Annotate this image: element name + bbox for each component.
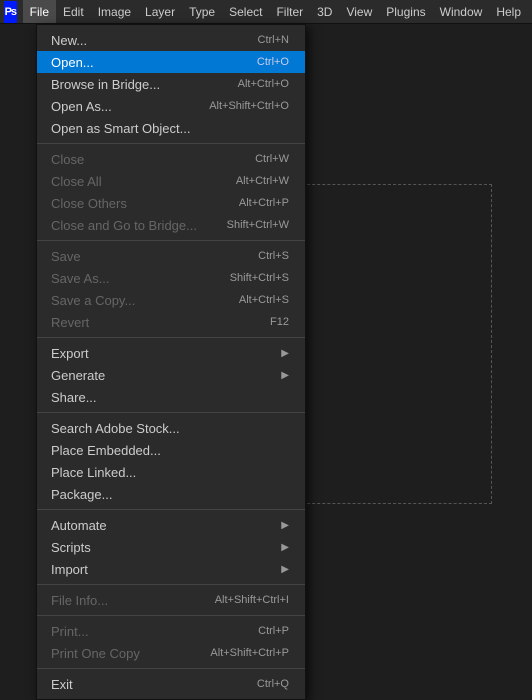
menu-item-shortcut-revert: F12 bbox=[270, 316, 289, 328]
menu-item-revert: Revert F12 bbox=[37, 311, 305, 333]
menu-item-shortcut-close-all: Alt+Ctrl+W bbox=[236, 175, 289, 187]
menu-item-shortcut-exit: Ctrl+Q bbox=[257, 678, 289, 690]
menu-layer[interactable]: Layer bbox=[138, 0, 182, 23]
menu-image[interactable]: Image bbox=[91, 0, 138, 23]
menu-item-generate[interactable]: Generate ▶ bbox=[37, 364, 305, 386]
menu-edit[interactable]: Edit bbox=[56, 0, 91, 23]
menu-item-search-adobe-stock[interactable]: Search Adobe Stock... bbox=[37, 417, 305, 439]
menu-item-exit[interactable]: Exit Ctrl+Q bbox=[37, 673, 305, 695]
menu-item-label-share: Share... bbox=[51, 390, 289, 405]
menu-item-share[interactable]: Share... bbox=[37, 386, 305, 408]
menu-view[interactable]: View bbox=[339, 0, 379, 23]
menu-item-label-place-embedded: Place Embedded... bbox=[51, 443, 289, 458]
menu-item-label-import: Import bbox=[51, 562, 275, 577]
menu-item-shortcut-close-go-bridge: Shift+Ctrl+W bbox=[227, 219, 289, 231]
menu-type[interactable]: Type bbox=[182, 0, 222, 23]
menu-item-open-as[interactable]: Open As... Alt+Shift+Ctrl+O bbox=[37, 95, 305, 117]
menu-item-shortcut-save-copy: Alt+Ctrl+S bbox=[239, 294, 289, 306]
menu-separator-after-close-go-bridge bbox=[37, 240, 305, 241]
menu-item-label-close-others: Close Others bbox=[51, 196, 219, 211]
menu-window[interactable]: Window bbox=[433, 0, 490, 23]
menu-item-label-open: Open... bbox=[51, 55, 237, 70]
menu-item-label-place-linked: Place Linked... bbox=[51, 465, 289, 480]
submenu-arrow-icon-import: ▶ bbox=[281, 564, 289, 575]
menu-item-label-print-one-copy: Print One Copy bbox=[51, 646, 190, 661]
menu-item-browse-bridge[interactable]: Browse in Bridge... Alt+Ctrl+O bbox=[37, 73, 305, 95]
menu-item-shortcut-save: Ctrl+S bbox=[258, 250, 289, 262]
menu-item-shortcut-open: Ctrl+O bbox=[257, 56, 289, 68]
canvas-dashed-rect bbox=[297, 184, 492, 504]
menu-item-shortcut-browse-bridge: Alt+Ctrl+O bbox=[238, 78, 289, 90]
menu-item-scripts[interactable]: Scripts ▶ bbox=[37, 536, 305, 558]
menu-item-label-close: Close bbox=[51, 152, 235, 167]
menu-filter[interactable]: Filter bbox=[269, 0, 310, 23]
submenu-arrow-icon-export: ▶ bbox=[281, 348, 289, 359]
menu-item-label-export: Export bbox=[51, 346, 275, 361]
menu-separator-after-open-smart bbox=[37, 143, 305, 144]
menu-item-label-close-go-bridge: Close and Go to Bridge... bbox=[51, 218, 207, 233]
menu-separator-after-import bbox=[37, 584, 305, 585]
menu-item-place-linked[interactable]: Place Linked... bbox=[37, 461, 305, 483]
menu-separator-after-package bbox=[37, 509, 305, 510]
menu-item-import[interactable]: Import ▶ bbox=[37, 558, 305, 580]
menu-item-label-automate: Automate bbox=[51, 518, 275, 533]
menu-item-open-smart[interactable]: Open as Smart Object... bbox=[37, 117, 305, 139]
menu-item-close-all: Close All Alt+Ctrl+W bbox=[37, 170, 305, 192]
menu-item-package[interactable]: Package... bbox=[37, 483, 305, 505]
menu-item-label-print: Print... bbox=[51, 624, 238, 639]
menu-item-print-one-copy: Print One Copy Alt+Shift+Ctrl+P bbox=[37, 642, 305, 664]
menu-item-place-embedded[interactable]: Place Embedded... bbox=[37, 439, 305, 461]
menu-item-label-save-as: Save As... bbox=[51, 271, 210, 286]
menu-item-shortcut-new: Ctrl+N bbox=[258, 34, 289, 46]
submenu-arrow-icon-generate: ▶ bbox=[281, 370, 289, 381]
menu-item-close: Close Ctrl+W bbox=[37, 148, 305, 170]
menu-select[interactable]: Select bbox=[222, 0, 269, 23]
menu-item-save-copy: Save a Copy... Alt+Ctrl+S bbox=[37, 289, 305, 311]
menu-item-label-new: New... bbox=[51, 33, 238, 48]
menu-file[interactable]: File bbox=[23, 0, 56, 23]
menu-item-shortcut-print: Ctrl+P bbox=[258, 625, 289, 637]
menu-item-label-browse-bridge: Browse in Bridge... bbox=[51, 77, 218, 92]
menu-item-label-close-all: Close All bbox=[51, 174, 216, 189]
menu-separator-after-share bbox=[37, 412, 305, 413]
menu-item-automate[interactable]: Automate ▶ bbox=[37, 514, 305, 536]
menu-separator-after-file-info bbox=[37, 615, 305, 616]
menu-separator-after-print-one-copy bbox=[37, 668, 305, 669]
menu-item-label-search-adobe-stock: Search Adobe Stock... bbox=[51, 421, 289, 436]
submenu-arrow-icon-automate: ▶ bbox=[281, 520, 289, 531]
menu-item-shortcut-save-as: Shift+Ctrl+S bbox=[230, 272, 289, 284]
submenu-arrow-icon-scripts: ▶ bbox=[281, 542, 289, 553]
menu-item-shortcut-close-others: Alt+Ctrl+P bbox=[239, 197, 289, 209]
menu-item-new[interactable]: New... Ctrl+N bbox=[37, 29, 305, 51]
menu-item-label-generate: Generate bbox=[51, 368, 275, 383]
menu-item-shortcut-print-one-copy: Alt+Shift+Ctrl+P bbox=[210, 647, 289, 659]
menu-item-label-exit: Exit bbox=[51, 677, 237, 692]
file-dropdown: New... Ctrl+N Open... Ctrl+O Browse in Bridg… bbox=[36, 24, 306, 700]
menu-item-file-info: File Info... Alt+Shift+Ctrl+I bbox=[37, 589, 305, 611]
menu-item-print: Print... Ctrl+P bbox=[37, 620, 305, 642]
menu-item-save: Save Ctrl+S bbox=[37, 245, 305, 267]
menu-item-shortcut-close: Ctrl+W bbox=[255, 153, 289, 165]
menu-3d[interactable]: 3D bbox=[310, 0, 339, 23]
menu-item-close-others: Close Others Alt+Ctrl+P bbox=[37, 192, 305, 214]
app-icon: Ps bbox=[4, 1, 17, 23]
menu-item-save-as: Save As... Shift+Ctrl+S bbox=[37, 267, 305, 289]
menu-separator-after-revert bbox=[37, 337, 305, 338]
menu-item-label-revert: Revert bbox=[51, 315, 250, 330]
menu-item-label-package: Package... bbox=[51, 487, 289, 502]
menu-item-open[interactable]: Open... Ctrl+O bbox=[37, 51, 305, 73]
menu-item-label-scripts: Scripts bbox=[51, 540, 275, 555]
menu-item-shortcut-file-info: Alt+Shift+Ctrl+I bbox=[215, 594, 289, 606]
menu-plugins[interactable]: Plugins bbox=[379, 0, 432, 23]
menu-item-label-file-info: File Info... bbox=[51, 593, 195, 608]
menu-item-shortcut-open-as: Alt+Shift+Ctrl+O bbox=[209, 100, 289, 112]
menu-item-label-save-copy: Save a Copy... bbox=[51, 293, 219, 308]
menu-item-export[interactable]: Export ▶ bbox=[37, 342, 305, 364]
menu-item-label-open-as: Open As... bbox=[51, 99, 189, 114]
menu-help[interactable]: Help bbox=[489, 0, 528, 23]
menu-item-label-open-smart: Open as Smart Object... bbox=[51, 121, 289, 136]
menu-item-label-save: Save bbox=[51, 249, 238, 264]
menu-item-close-go-bridge: Close and Go to Bridge... Shift+Ctrl+W bbox=[37, 214, 305, 236]
menubar: Ps File Edit Image Layer Type Select Fil… bbox=[0, 0, 532, 24]
